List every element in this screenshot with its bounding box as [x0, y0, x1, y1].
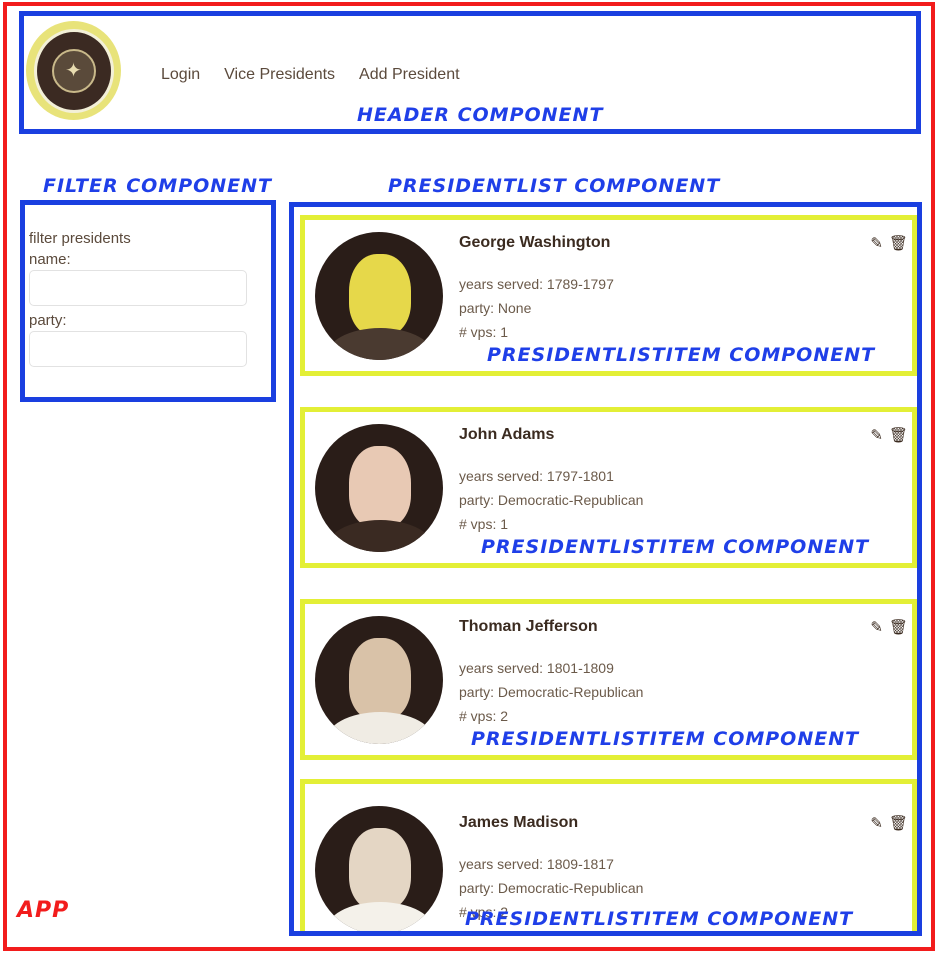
years-served: years served: 1797-1801 — [459, 468, 614, 484]
party: party: Democratic-Republican — [459, 492, 644, 508]
trash-icon[interactable]: 🗑 — [889, 814, 908, 832]
party-filter-input[interactable] — [29, 331, 247, 367]
vp-count: # vps: 2 — [459, 708, 509, 724]
item-actions: ✎ 🗑 — [870, 234, 908, 252]
filter-panel: filter presidents name: party: — [20, 200, 276, 402]
presidentlistitem-component-caption: PRESIDENTLISTITEM COMPONENT — [481, 536, 870, 558]
president-portrait — [315, 232, 443, 360]
president-list: George Washington years served: 1789-179… — [289, 202, 922, 936]
nav-login[interactable]: Login — [161, 66, 200, 84]
president-portrait — [315, 616, 443, 744]
trash-icon[interactable]: 🗑 — [889, 234, 908, 252]
president-list-item: George Washington years served: 1789-179… — [300, 215, 917, 376]
president-name: John Adams — [459, 426, 555, 443]
presidentlistitem-component-caption: PRESIDENTLISTITEM COMPONENT — [471, 728, 860, 750]
president-name: James Madison — [459, 814, 579, 831]
edit-icon[interactable]: ✎ — [870, 234, 883, 252]
eagle-icon: ✦ — [51, 48, 96, 93]
presidentlist-component-caption: PRESIDENTLIST COMPONENT — [388, 175, 721, 197]
item-actions: ✎ 🗑 — [870, 426, 908, 444]
seal-ring: ✦ — [33, 28, 114, 113]
name-label: name: — [29, 251, 71, 268]
president-list-item: John Adams years served: 1797-1801 party… — [300, 407, 917, 568]
name-filter-input[interactable] — [29, 270, 247, 306]
nav-add-president[interactable]: Add President — [359, 66, 460, 84]
years-served: years served: 1809-1817 — [459, 856, 614, 872]
vp-count: # vps: 1 — [459, 516, 509, 532]
edit-icon[interactable]: ✎ — [870, 814, 883, 832]
vp-count: # vps: 1 — [459, 324, 509, 340]
app-caption: APP — [17, 898, 70, 923]
president-portrait — [315, 806, 443, 931]
party: party: Democratic-Republican — [459, 880, 644, 896]
years-served: years served: 1789-1797 — [459, 276, 614, 292]
edit-icon[interactable]: ✎ — [870, 618, 883, 636]
party: party: Democratic-Republican — [459, 684, 644, 700]
president-name: George Washington — [459, 234, 611, 251]
nav-vice-presidents[interactable]: Vice Presidents — [224, 66, 335, 84]
presidentlistitem-component-caption: PRESIDENTLISTITEM COMPONENT — [487, 344, 876, 366]
years-served: years served: 1801-1809 — [459, 660, 614, 676]
filter-title: filter presidents — [29, 230, 131, 247]
item-actions: ✎ 🗑 — [870, 814, 908, 832]
trash-icon[interactable]: 🗑 — [889, 426, 908, 444]
party: party: None — [459, 300, 532, 316]
trash-icon[interactable]: 🗑 — [889, 618, 908, 636]
header-component-caption: HEADER COMPONENT — [357, 104, 604, 126]
president-list-item: Thoman Jefferson years served: 1801-1809… — [300, 599, 917, 760]
president-list-item: James Madison years served: 1809-1817 pa… — [300, 779, 917, 931]
party-label: party: — [29, 312, 67, 329]
edit-icon[interactable]: ✎ — [870, 426, 883, 444]
item-actions: ✎ 🗑 — [870, 618, 908, 636]
main-nav: Login Vice Presidents Add President — [161, 66, 460, 84]
filter-component-caption: FILTER COMPONENT — [43, 175, 273, 197]
president-name: Thoman Jefferson — [459, 618, 598, 635]
presidentlistitem-component-caption: PRESIDENTLISTITEM COMPONENT — [465, 908, 854, 930]
president-portrait — [315, 424, 443, 552]
seal-logo[interactable]: ✦ — [26, 21, 121, 120]
